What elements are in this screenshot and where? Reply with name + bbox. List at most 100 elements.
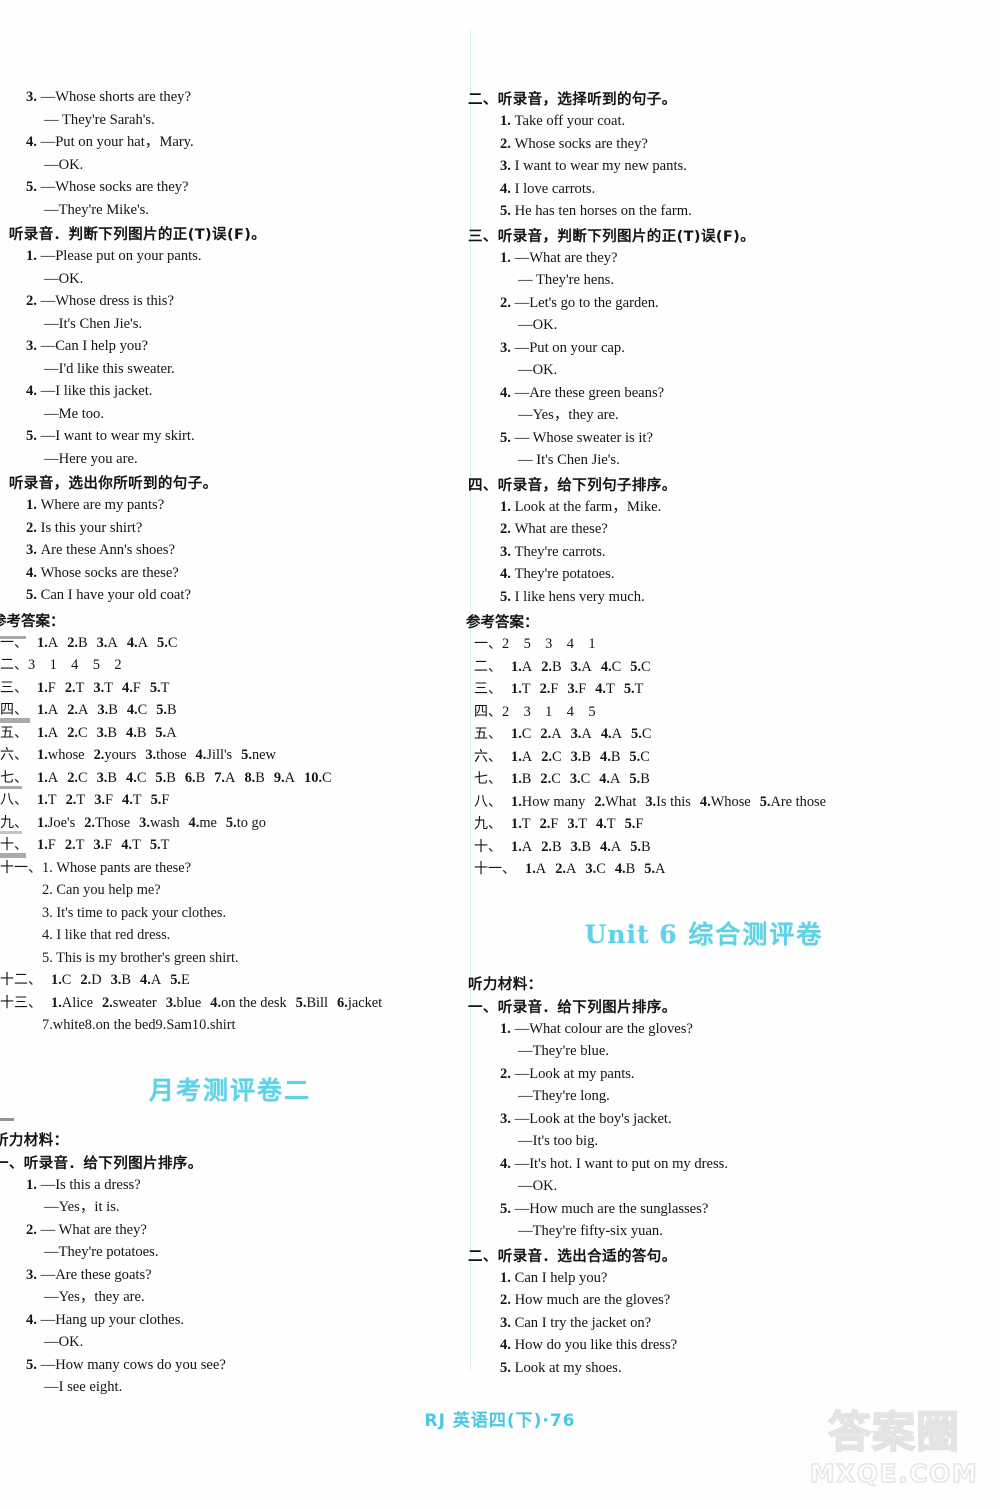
answer-item-number: 5. bbox=[295, 994, 307, 1011]
listening-line: 1. —What colour are the gloves? bbox=[500, 1018, 930, 1041]
item-text: I love carrots. bbox=[514, 180, 596, 197]
watermark-en-text: MXQE.COM bbox=[809, 1458, 979, 1489]
answer-item-value: jacket bbox=[347, 994, 383, 1011]
answer-item: 1.T bbox=[511, 816, 531, 832]
paper-title-unit6-en: Unit 6 bbox=[584, 919, 678, 949]
item-number: 2. bbox=[500, 521, 515, 537]
answer-item: 5.B bbox=[630, 839, 650, 855]
answer-item-number: 1. bbox=[37, 837, 48, 853]
answer-item: 3.B bbox=[111, 972, 131, 988]
answer-item: 2.B bbox=[541, 839, 561, 855]
answer-item: 1.Alice bbox=[51, 995, 93, 1011]
answer-item-value: F bbox=[47, 679, 56, 696]
answer-item: 2.What bbox=[594, 794, 636, 810]
item-text: —It's too big. bbox=[518, 1133, 599, 1149]
answer-item-number: 2. bbox=[64, 679, 76, 696]
answer-item: 2.B bbox=[541, 659, 561, 675]
answer-item-number: 4. bbox=[699, 793, 711, 810]
answer-item-value: sweater bbox=[112, 994, 157, 1011]
answer-item-value: F bbox=[550, 681, 559, 697]
section-heading-tf: 、听录音．判断下列图片的正(T)误(F)。 bbox=[0, 227, 267, 243]
answer-item-number: 5. bbox=[155, 724, 167, 741]
answer-section-label: 十三、 bbox=[0, 994, 42, 1011]
answer-item: 4.C bbox=[127, 702, 147, 718]
item-text: Where are my pants? bbox=[40, 497, 165, 513]
answer-item: 1.A bbox=[511, 839, 532, 855]
answer-item: 10.C bbox=[304, 770, 332, 786]
listening-line: 4. —Put on your hat，Mary. bbox=[26, 131, 456, 154]
answer-item: 5.A bbox=[155, 725, 176, 741]
answer-item-value: A bbox=[78, 702, 89, 718]
answer-item-number: 1. bbox=[37, 814, 48, 831]
answer-item: 3.T bbox=[93, 680, 113, 696]
answer-11-line: 5. This is my brother's green shirt. bbox=[42, 949, 239, 966]
item-number: 4. bbox=[500, 384, 515, 401]
listening-line: 3. They're carrots. bbox=[500, 541, 930, 564]
answer-item-value: A bbox=[581, 726, 592, 742]
listening-line: 2. Is this your shirt? bbox=[26, 517, 456, 540]
answer-item-value: A bbox=[581, 658, 592, 675]
answer-item: 1.A bbox=[511, 749, 532, 765]
answer-item-number: 5. bbox=[170, 972, 182, 988]
item-text: —Hang up your clothes. bbox=[40, 1311, 185, 1328]
answer-item-value: B bbox=[581, 748, 592, 765]
answer-item-number: 3. bbox=[96, 769, 108, 786]
answer-section-label: 十一、 bbox=[474, 861, 516, 877]
answer-item-number: 3. bbox=[97, 702, 109, 718]
answer-item-value: B bbox=[136, 724, 147, 741]
listening-line-reply: —Yes，they are. bbox=[44, 1286, 456, 1309]
listening-line: 3. —Put on your cap. bbox=[500, 337, 930, 360]
item-number: 3. bbox=[500, 1314, 515, 1331]
listening-line-reply: —It's Chen Jie's. bbox=[44, 313, 456, 336]
answer-item-value: T bbox=[160, 679, 170, 696]
answer-item: 1.T bbox=[511, 681, 531, 697]
unit6-section2-items: 1. Can I help you? 2. How much are the gl… bbox=[478, 1267, 930, 1380]
answer-section-label: 九、 bbox=[0, 814, 28, 831]
answer-item-number: 5. bbox=[624, 816, 636, 832]
paper-title-unit6-cn: 综合测评卷 bbox=[688, 919, 824, 949]
answer-item-number: 4. bbox=[126, 769, 137, 786]
answer-item: 5.C bbox=[631, 726, 651, 742]
answer-item: 1.F bbox=[37, 837, 56, 853]
item-text: —OK. bbox=[44, 270, 84, 287]
answer-row: 四、2 3 1 4 5 bbox=[474, 701, 930, 724]
answer-item-value: F bbox=[47, 837, 56, 853]
item-number: 5. bbox=[500, 203, 515, 219]
answer-item-value: T bbox=[521, 816, 531, 832]
item-number: 2. bbox=[26, 293, 41, 309]
listening-line: 1. Take off your coat. bbox=[500, 110, 930, 133]
answer-item-number: 4. bbox=[126, 634, 138, 651]
answer-row: 十三、 1.Alice 2.sweater 3.blue 4.on the desk 5.… bbox=[0, 992, 456, 1015]
answer-item-value: T bbox=[606, 816, 616, 832]
listening-line: 4. Whose socks are these? bbox=[26, 562, 456, 585]
listening-choose-items: 1. Where are my pants? 2. Is this your sh… bbox=[4, 494, 456, 607]
answer-item-value: B bbox=[552, 838, 562, 855]
answer-item: 5.E bbox=[170, 972, 190, 988]
section-heading-choose: 、听录音，选出你所听到的句子。 bbox=[0, 476, 218, 492]
answer-item-value: A bbox=[150, 972, 162, 988]
listening-line: 1. Where are my pants? bbox=[26, 494, 456, 517]
answer-item: 2.D bbox=[80, 972, 101, 988]
unit6-section1-items: 1. —What colour are the gloves? —They're … bbox=[478, 1018, 930, 1243]
answer-item-value: T bbox=[578, 816, 587, 832]
answer-item: 4.A bbox=[140, 972, 161, 988]
answer-item-value: B bbox=[78, 634, 88, 651]
item-text: — It's Chen Jie's. bbox=[518, 452, 620, 468]
answer-item: 3.B bbox=[97, 702, 117, 718]
answer-item-number: 10. bbox=[191, 1017, 210, 1033]
answer-item-value: T bbox=[132, 837, 141, 853]
item-text: —What colour are the gloves? bbox=[514, 1020, 693, 1037]
answer-item-value: C bbox=[641, 726, 652, 742]
item-text: How do you like this dress? bbox=[514, 1337, 678, 1353]
answer-11-line: 4. I like that red dress. bbox=[42, 927, 171, 943]
answer-item-value: A bbox=[655, 861, 666, 877]
answer-item-number: 10. bbox=[304, 769, 323, 786]
answer-item: 5.T bbox=[624, 681, 644, 697]
answer-section-label: 八、 bbox=[0, 792, 28, 808]
answer-item: 1.Joe's bbox=[37, 815, 75, 831]
answer-item: 2.T bbox=[65, 837, 85, 853]
answer-item: 1.C bbox=[51, 972, 71, 988]
item-number: 3. bbox=[500, 158, 515, 174]
answer-item-number: 4. bbox=[210, 994, 222, 1011]
answer-item-value: C bbox=[137, 702, 148, 718]
